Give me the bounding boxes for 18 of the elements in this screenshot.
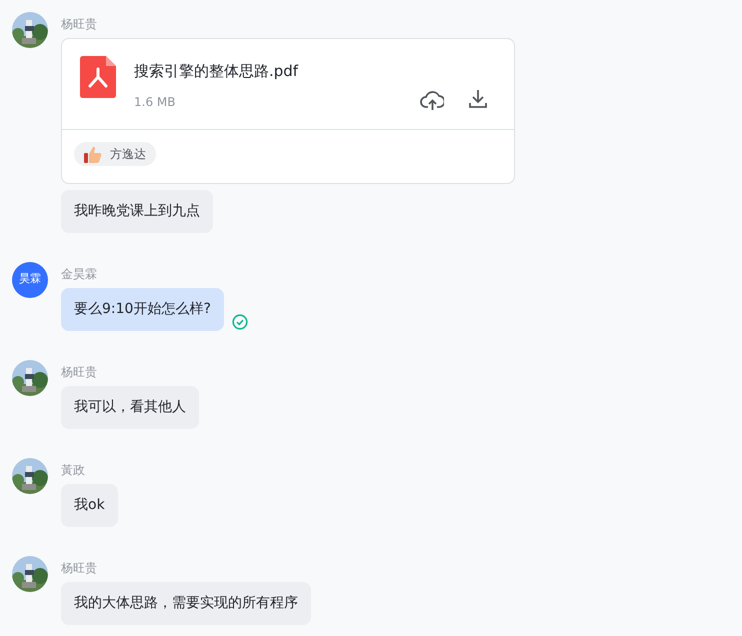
message-bubble: 我ok xyxy=(61,484,118,526)
cloud-upload-icon[interactable] xyxy=(420,89,444,111)
reaction-chip[interactable]: 方逸达 xyxy=(74,142,156,166)
avatar[interactable]: 昊霖 xyxy=(12,262,48,298)
sender-name: 金昊霖 xyxy=(61,266,98,282)
file-size: 1.6 MB xyxy=(134,94,176,111)
pdf-file-icon xyxy=(80,56,116,98)
sender-name: 黃政 xyxy=(61,462,86,478)
sender-name: 杨旺贵 xyxy=(61,560,98,576)
sender-name: 杨旺贵 xyxy=(61,16,98,32)
message-bubble: 我可以，看其他人 xyxy=(61,386,199,428)
file-name: 搜索引擎的整体思路.pdf xyxy=(134,61,300,81)
thumbs-up-icon xyxy=(84,146,102,162)
download-icon[interactable] xyxy=(468,89,488,109)
message-bubble: 我的大体思路，需要实现的所有程序 xyxy=(61,582,311,624)
message-bubble: 我昨晚党课上到九点 xyxy=(61,190,213,232)
sender-name: 杨旺贵 xyxy=(61,364,98,380)
message-bubble: 要么9:10开始怎么样? xyxy=(61,288,224,330)
